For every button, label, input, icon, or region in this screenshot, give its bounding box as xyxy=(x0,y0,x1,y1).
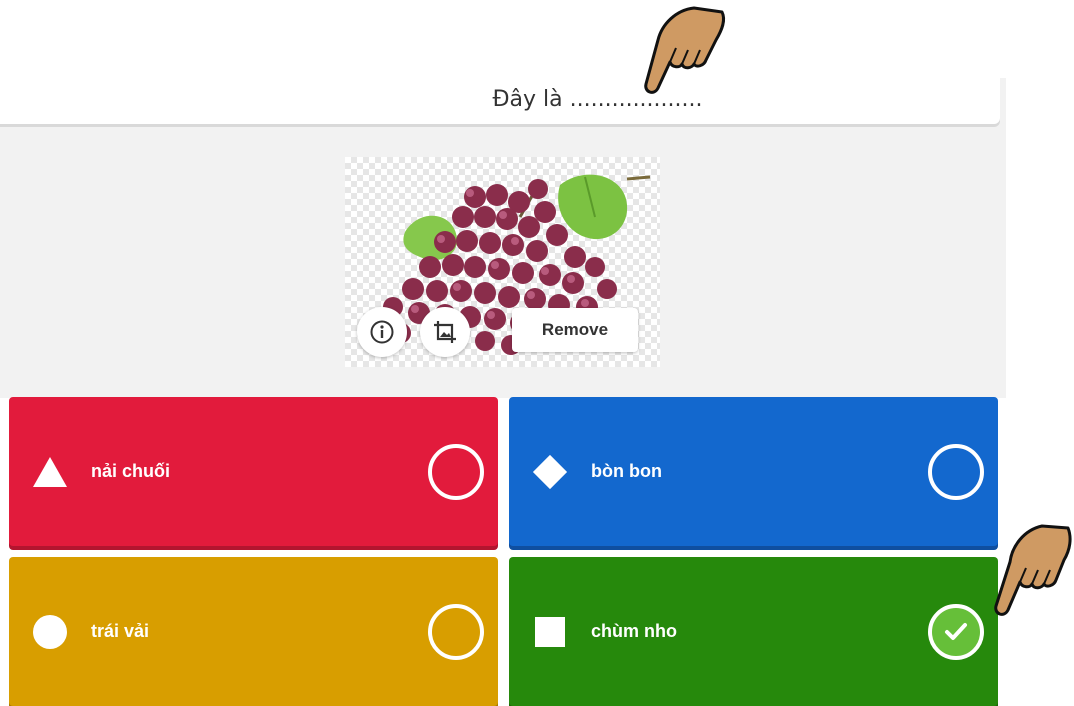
answer-4-correct-toggle[interactable] xyxy=(928,603,984,660)
answer-2[interactable]: bòn bon xyxy=(509,397,998,546)
question-input[interactable]: Đây là ................... xyxy=(0,74,1000,124)
diamond-icon xyxy=(531,453,569,491)
answer-2-label: bòn bon xyxy=(591,461,662,481)
square-icon xyxy=(531,613,569,651)
answer-3-correct-toggle[interactable] xyxy=(428,603,484,660)
answer-1[interactable]: nải chuối xyxy=(9,397,498,546)
answer-4[interactable]: chùm nho xyxy=(509,557,998,706)
remove-image-button[interactable]: Remove xyxy=(512,308,638,352)
answer-1-label: nải chuối xyxy=(91,461,171,481)
answer-1-correct-toggle[interactable] xyxy=(428,443,484,500)
crop-image-button[interactable] xyxy=(420,307,470,357)
image-info-button[interactable] xyxy=(357,307,407,357)
answer-2-correct-toggle[interactable] xyxy=(928,443,984,500)
pointing-hand-icon xyxy=(644,6,726,94)
circle-icon xyxy=(31,613,69,651)
answer-4-label: chùm nho xyxy=(591,621,677,641)
pointing-hand-icon xyxy=(994,524,1072,616)
triangle-icon xyxy=(31,453,69,491)
info-icon xyxy=(370,320,394,344)
crop-image-icon xyxy=(434,321,456,343)
answer-3-label: trái vải xyxy=(91,621,150,641)
answer-3[interactable]: trái vải xyxy=(9,557,498,706)
checkmark-icon xyxy=(945,622,967,640)
